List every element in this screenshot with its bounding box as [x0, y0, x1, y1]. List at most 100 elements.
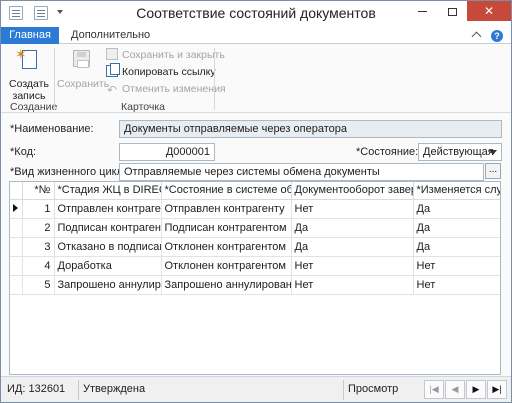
- table-row[interactable]: 3 Отказано в подписании Отклонен контраг…: [10, 237, 500, 257]
- cell-number[interactable]: 5: [22, 275, 55, 295]
- cell-exchange-state[interactable]: Запрошено аннулирование: [161, 275, 292, 295]
- code-field[interactable]: Д000001: [119, 143, 215, 161]
- table-row[interactable]: 1 Отправлен контрагенту Отправлен контра…: [10, 199, 500, 219]
- create-record-label: Создать запись: [9, 78, 49, 102]
- table-row[interactable]: 4 Доработка Отклонен контрагентом Нет Не…: [10, 256, 500, 276]
- maximize-icon: [447, 7, 457, 16]
- table-row[interactable]: 2 Подписан контрагентом Подписан контраг…: [10, 218, 500, 238]
- save-button[interactable]: Сохранить: [57, 47, 110, 90]
- lifecycle-field[interactable]: Отправляемые через системы обмена докуме…: [119, 163, 484, 181]
- save-close-label: Сохранить и закрыть: [122, 49, 225, 61]
- copy-link-icon: [106, 63, 120, 77]
- table-row[interactable]: 5 Запрошено аннулирование Запрошено анну…: [10, 275, 500, 295]
- ribbon-tabs: Главная Дополнительно ?: [1, 27, 511, 44]
- next-record-icon: ▶: [472, 384, 480, 394]
- cell-number[interactable]: 4: [22, 256, 55, 276]
- document-state-mapping-window: Соответствие состояний документов ✕ Глав…: [0, 0, 512, 403]
- column-header-service-changed[interactable]: *Изменяется службой: [413, 182, 500, 200]
- cell-service-changed[interactable]: Да: [413, 237, 500, 257]
- help-icon[interactable]: ?: [491, 30, 503, 42]
- save-icon: [67, 47, 95, 75]
- create-record-button[interactable]: ✶ Создать запись: [9, 47, 49, 102]
- save-close-icon: [106, 48, 118, 60]
- grid-table: *№ *Стадия ЖЦ в DIRECTUM *Состояние в си…: [10, 182, 500, 295]
- name-label: *Наименование:: [10, 123, 94, 135]
- cell-stage[interactable]: Отказано в подписании: [54, 237, 162, 257]
- save-label: Сохранить: [57, 78, 110, 90]
- row-indicator: [10, 199, 23, 219]
- minimize-icon: [417, 11, 427, 13]
- cell-exchange-state[interactable]: Подписан контрагентом: [161, 218, 292, 238]
- cell-exchange-state[interactable]: Отклонен контрагентом: [161, 256, 292, 276]
- cell-number[interactable]: 1: [22, 199, 55, 219]
- record-id: ИД: 132601: [7, 383, 66, 395]
- row-indicator: [10, 218, 23, 238]
- close-icon: ✕: [483, 4, 495, 18]
- cell-workflow-done[interactable]: Да: [291, 218, 414, 238]
- group-label-create: Создание: [10, 101, 58, 113]
- cell-workflow-done[interactable]: Нет: [291, 256, 414, 276]
- close-button[interactable]: ✕: [467, 1, 511, 21]
- group-divider: [214, 48, 215, 110]
- cell-exchange-state[interactable]: Отправлен контрагенту: [161, 199, 292, 219]
- cell-service-changed[interactable]: Да: [413, 218, 500, 238]
- last-record-button[interactable]: ▶|: [487, 380, 507, 399]
- first-record-button[interactable]: |◀: [424, 380, 444, 399]
- cell-workflow-done[interactable]: Нет: [291, 275, 414, 295]
- state-mapping-grid: *№ *Стадия ЖЦ в DIRECTUM *Состояние в си…: [9, 181, 501, 375]
- status-divider: [343, 380, 344, 400]
- maximize-button[interactable]: [437, 1, 467, 21]
- collapse-ribbon-icon[interactable]: [471, 31, 482, 42]
- column-header-workflow-done[interactable]: Документооборот завершен: [291, 182, 414, 200]
- status-bar: ИД: 132601 Утверждена Просмотр |◀ ◀ ▶ ▶|: [1, 376, 511, 402]
- cell-service-changed[interactable]: Да: [413, 199, 500, 219]
- approval-state: Утверждена: [83, 383, 146, 395]
- cell-stage[interactable]: Подписан контрагентом: [54, 218, 162, 238]
- row-indicator-header: [10, 182, 23, 200]
- new-document-icon: ✶: [15, 47, 43, 75]
- minimize-button[interactable]: [407, 1, 437, 21]
- next-record-button[interactable]: ▶: [466, 380, 486, 399]
- view-mode: Просмотр: [348, 383, 399, 395]
- ribbon: ✶ Создать запись Создание Сохранить Сохр…: [1, 44, 511, 113]
- first-record-icon: |◀: [429, 384, 439, 394]
- save-close-button[interactable]: Сохранить и закрыть: [106, 48, 225, 63]
- chevron-down-icon: [489, 150, 497, 155]
- name-field[interactable]: Документы отправляемые через оператора: [119, 120, 502, 138]
- cell-exchange-state[interactable]: Отклонен контрагентом: [161, 237, 292, 257]
- cell-workflow-done[interactable]: Да: [291, 237, 414, 257]
- cell-service-changed[interactable]: Нет: [413, 275, 500, 295]
- title-bar: Соответствие состояний документов ✕: [1, 1, 511, 27]
- prev-record-icon: ◀: [451, 384, 459, 394]
- cell-stage[interactable]: Доработка: [54, 256, 162, 276]
- row-indicator: [10, 275, 23, 295]
- grid-header-row: *№ *Стадия ЖЦ в DIRECTUM *Состояние в си…: [10, 182, 500, 200]
- cell-service-changed[interactable]: Нет: [413, 256, 500, 276]
- undo-changes-button[interactable]: ↶ Отменить изменения: [106, 82, 226, 97]
- cell-stage[interactable]: Запрошено аннулирование: [54, 275, 162, 295]
- cell-number[interactable]: 3: [22, 237, 55, 257]
- copy-link-button[interactable]: Копировать ссылку: [106, 63, 216, 80]
- code-label: *Код:: [10, 146, 37, 158]
- column-header-exchange-state[interactable]: *Состояние в системе обмена: [161, 182, 292, 200]
- undo-changes-label: Отменить изменения: [122, 83, 226, 95]
- state-label: *Состояние:: [356, 146, 419, 158]
- row-indicator: [10, 237, 23, 257]
- copy-link-label: Копировать ссылку: [122, 66, 216, 78]
- tab-additional[interactable]: Дополнительно: [71, 29, 150, 41]
- row-indicator: [10, 256, 23, 276]
- status-divider: [78, 380, 79, 400]
- prev-record-button[interactable]: ◀: [445, 380, 465, 399]
- cell-stage[interactable]: Отправлен контрагенту: [54, 199, 162, 219]
- cell-number[interactable]: 2: [22, 218, 55, 238]
- state-select-value: Действующая: [423, 146, 494, 158]
- lifecycle-label: *Вид жизненного цикла:: [10, 166, 133, 178]
- column-header-stage[interactable]: *Стадия ЖЦ в DIRECTUM: [54, 182, 162, 200]
- state-select[interactable]: Действующая: [418, 143, 502, 161]
- column-header-number[interactable]: *№: [22, 182, 55, 200]
- tab-main[interactable]: Главная: [1, 27, 59, 44]
- cell-workflow-done[interactable]: Нет: [291, 199, 414, 219]
- group-divider: [54, 48, 55, 110]
- last-record-icon: ▶|: [492, 384, 502, 394]
- lifecycle-select-button[interactable]: ...: [485, 163, 501, 179]
